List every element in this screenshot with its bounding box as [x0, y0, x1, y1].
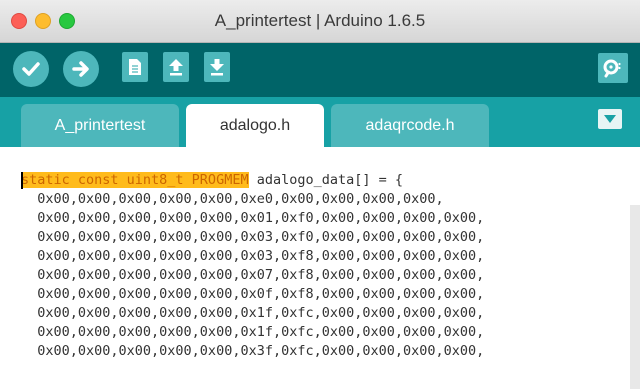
code-line: 0x00,0x00,0x00,0x00,0x00,0x0f,0xf8,0x00,… — [21, 286, 485, 302]
tab-menu-button[interactable] — [598, 109, 622, 129]
code-line: static const uint8_t PROGMEM adalogo_dat… — [21, 171, 484, 190]
vertical-scrollbar[interactable] — [630, 205, 640, 389]
text-cursor — [21, 172, 23, 189]
tab-bar: A_printertest adalogo.h adaqrcode.h — [0, 97, 640, 147]
progmem-keyword-highlight: static const uint8_t PROGMEM — [21, 172, 249, 188]
code-line: 0x00,0x00,0x00,0x00,0x00,0x1f,0xfc,0x00,… — [21, 324, 485, 340]
save-sketch-button[interactable] — [204, 52, 230, 82]
new-file-icon — [129, 59, 141, 75]
serial-monitor-button[interactable] — [598, 53, 628, 83]
code-line: 0x00,0x00,0x00,0x00,0x00,0x3f,0xfc,0x00,… — [21, 343, 485, 359]
window-title: A_printertest | Arduino 1.6.5 — [214, 11, 426, 30]
arrow-right-icon — [72, 61, 89, 77]
code-editor[interactable]: static const uint8_t PROGMEM adalogo_dat… — [0, 147, 640, 389]
declaration-text: adalogo_data[] = { — [248, 172, 404, 188]
toolbar — [0, 43, 640, 97]
code-line: 0x00,0x00,0x00,0x00,0x00,0x03,0xf0,0x00,… — [21, 229, 485, 245]
verify-button[interactable] — [13, 51, 49, 87]
checkmark-icon — [22, 62, 40, 76]
code-line: 0x00,0x00,0x00,0x00,0x00,0x1f,0xfc,0x00,… — [21, 305, 485, 321]
upload-button[interactable] — [63, 51, 99, 87]
code-text[interactable]: static const uint8_t PROGMEM adalogo_dat… — [21, 171, 484, 361]
tab-a-printertest[interactable]: A_printertest — [21, 104, 179, 147]
code-line: 0x00,0x00,0x00,0x00,0x00,0x01,0xf0,0x00,… — [21, 210, 485, 226]
magnifier-icon — [603, 59, 621, 78]
open-sketch-button[interactable] — [163, 52, 189, 82]
tab-adaqrcode-h[interactable]: adaqrcode.h — [331, 104, 489, 147]
code-line: 0x00,0x00,0x00,0x00,0x00,0xe0,0x00,0x00,… — [21, 191, 444, 207]
arrow-up-icon — [169, 59, 183, 76]
code-line: 0x00,0x00,0x00,0x00,0x00,0x07,0xf8,0x00,… — [21, 267, 485, 283]
title-bar: A_printertest | Arduino 1.6.5 — [0, 0, 640, 43]
code-line: 0x00,0x00,0x00,0x00,0x00,0x03,0xf8,0x00,… — [21, 248, 485, 264]
triangle-down-icon — [604, 115, 616, 123]
arrow-down-icon — [210, 59, 224, 76]
new-sketch-button[interactable] — [122, 52, 148, 82]
tab-adalogo-h[interactable]: adalogo.h — [186, 104, 324, 147]
